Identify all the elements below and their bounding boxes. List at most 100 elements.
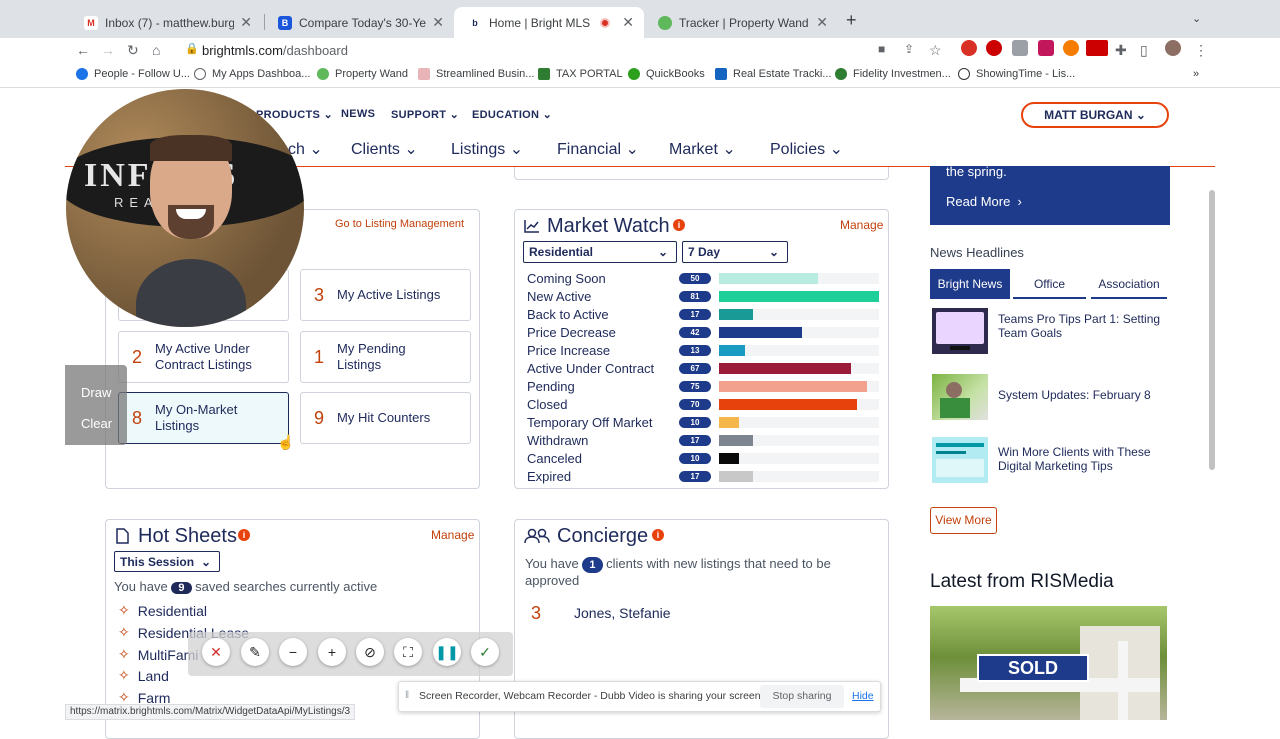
camera-off-icon[interactable]: ⊘ <box>356 638 384 666</box>
tab-office[interactable]: Office <box>1013 269 1086 299</box>
market-watch-row[interactable]: Active Under Contract 67 <box>515 360 879 378</box>
hot-sheet-item[interactable]: ✧ Residential <box>118 602 207 619</box>
nav-policies[interactable]: Policies ⌄ <box>770 139 843 159</box>
market-watch-row[interactable]: New Active 81 <box>515 288 879 306</box>
pause-icon[interactable]: ❚❚ <box>433 638 461 666</box>
market-watch-row[interactable]: Canceled 10 <box>515 450 879 468</box>
user-menu-button[interactable]: MATT BURGAN ⌄ <box>1021 102 1169 128</box>
extension-icon[interactable] <box>1012 40 1028 56</box>
bookmark-item[interactable]: Real Estate Tracki... <box>715 68 831 80</box>
more-bookmarks-button[interactable]: » <box>1193 68 1199 80</box>
close-icon[interactable]: ✕ <box>432 14 444 31</box>
nav-products[interactable]: PRODUCTS ⌄ <box>256 108 333 121</box>
nav-support[interactable]: SUPPORT ⌄ <box>391 108 459 121</box>
my-on-market-listings-tile[interactable]: 8 My On-Market Listings <box>118 392 289 444</box>
extension-icon[interactable] <box>1038 40 1054 56</box>
my-active-under-contract-tile[interactable]: 2 My Active Under Contract Listings <box>118 331 289 383</box>
bookmark-item[interactable]: My Apps Dashboa... <box>194 68 310 80</box>
market-watch-row[interactable]: Price Decrease 42 <box>515 324 879 342</box>
tab-search-icon[interactable]: ⌄ <box>1192 12 1201 25</box>
back-icon[interactable]: ← <box>76 42 90 58</box>
scrollbar[interactable] <box>1209 190 1215 470</box>
close-icon[interactable]: ✕ <box>240 14 252 31</box>
opera-icon[interactable] <box>986 40 1002 56</box>
tab-bright-news[interactable]: Bright News <box>930 269 1010 299</box>
hot-sheet-item[interactable]: ✧ MultiFami <box>118 646 198 663</box>
plus-icon[interactable]: + <box>318 638 346 666</box>
draw-pen-icon[interactable]: ✎ <box>241 638 269 666</box>
my-pending-listings-tile[interactable]: 1 My Pending Listings <box>300 331 471 383</box>
minus-icon[interactable]: − <box>279 638 307 666</box>
extension-icon[interactable] <box>1063 40 1079 56</box>
hide-button[interactable]: Hide <box>852 690 874 702</box>
market-type-select[interactable]: Residential ⌄ <box>523 241 677 263</box>
view-more-button[interactable]: View More <box>930 507 997 534</box>
client-name-link[interactable]: Jones, Stefanie <box>574 605 671 621</box>
market-watch-row[interactable]: Coming Soon 50 <box>515 270 879 288</box>
stop-sharing-button[interactable]: Stop sharing <box>760 685 844 708</box>
extension-icon[interactable] <box>1086 40 1108 56</box>
info-icon[interactable]: i <box>238 529 250 541</box>
tab-association[interactable]: Association <box>1091 269 1167 299</box>
webcam-overlay[interactable]: INFI AS REAL T <box>66 89 304 327</box>
nav-market[interactable]: Market ⌄ <box>669 139 736 159</box>
market-watch-row[interactable]: Withdrawn 17 <box>515 432 879 450</box>
bookmark-item[interactable]: People - Follow U... <box>76 68 190 80</box>
market-watch-manage-link[interactable]: Manage <box>840 218 883 232</box>
bookmark-item[interactable]: Property Wand <box>317 68 408 80</box>
bookmark-star-icon[interactable]: ☆ <box>929 42 942 59</box>
news-item[interactable]: Teams Pro Tips Part 1: Setting Team Goal… <box>930 308 1170 358</box>
nav-listings[interactable]: Listings ⌄ <box>451 139 523 159</box>
tab-compare[interactable]: B Compare Today's 30-Year Mor ✕ <box>264 7 454 38</box>
adblock-icon[interactable] <box>961 40 977 56</box>
market-watch-row[interactable]: Expired 17 <box>515 468 879 486</box>
bookmark-item[interactable]: TAX PORTAL <box>538 68 623 80</box>
info-icon[interactable]: i <box>652 529 664 541</box>
close-icon[interactable]: ✕ <box>622 14 634 31</box>
my-hit-counters-tile[interactable]: 9 My Hit Counters <box>300 392 471 444</box>
sidebar-icon[interactable]: ▯ <box>1140 42 1148 59</box>
nav-news[interactable]: NEWS <box>341 108 375 120</box>
tab-gmail[interactable]: M Inbox (7) - matthew.burgan1@ ✕ <box>70 7 262 38</box>
home-icon[interactable]: ⌂ <box>152 42 160 58</box>
news-item[interactable]: System Updates: February 8 <box>930 374 1170 424</box>
puzzle-icon[interactable]: ✚ <box>1115 42 1127 59</box>
tab-property-wand[interactable]: Tracker | Property Wand ✕ <box>644 7 838 38</box>
close-icon[interactable]: ✕ <box>816 14 828 31</box>
market-watch-row[interactable]: Closed 70 <box>515 396 879 414</box>
market-watch-row[interactable]: Pending 75 <box>515 378 879 396</box>
avatar[interactable] <box>1165 40 1181 56</box>
bookmark-item[interactable]: ShowingTime - Lis... <box>958 68 1075 80</box>
new-tab-button[interactable]: + <box>846 10 857 31</box>
drag-handle-icon[interactable]: ‖ <box>405 690 409 701</box>
listing-management-link[interactable]: Go to Listing Management <box>335 218 464 230</box>
market-period-select[interactable]: 7 Day ⌄ <box>682 241 788 263</box>
market-watch-row[interactable]: Price Increase 13 <box>515 342 879 360</box>
share-icon[interactable]: ⇪ <box>904 42 914 56</box>
bookmark-item[interactable]: Streamlined Busin... <box>418 68 534 80</box>
read-more-link[interactable]: Read More › <box>946 194 1022 209</box>
news-item[interactable]: Win More Clients with These Digital Mark… <box>930 437 1170 487</box>
hot-sheets-manage-link[interactable]: Manage <box>431 528 474 542</box>
rismedia-image[interactable]: SOLD <box>930 606 1167 720</box>
hot-sheet-item[interactable]: ✧ Land <box>118 667 169 684</box>
bookmark-item[interactable]: QuickBooks <box>628 68 705 80</box>
cancel-recording-icon[interactable]: ✕ <box>202 638 230 666</box>
camera-icon[interactable]: ■ <box>878 42 885 56</box>
session-select[interactable]: This Session ⌄ <box>114 551 220 572</box>
check-icon[interactable]: ✓ <box>471 638 499 666</box>
bookmark-item[interactable]: Fidelity Investmen... <box>835 68 951 80</box>
forward-icon[interactable]: → <box>101 42 115 58</box>
clear-button[interactable]: Clear <box>81 416 112 431</box>
nav-financial[interactable]: Financial ⌄ <box>557 139 639 159</box>
market-watch-row[interactable]: Back to Active 17 <box>515 306 879 324</box>
my-active-listings-tile[interactable]: 3 My Active Listings <box>300 269 471 321</box>
tab-bright-mls[interactable]: b Home | Bright MLS ✕ <box>454 7 644 38</box>
draw-button[interactable]: Draw <box>81 385 111 400</box>
market-watch-row[interactable]: Temporary Off Market 10 <box>515 414 879 432</box>
info-icon[interactable]: i <box>673 219 685 231</box>
menu-icon[interactable]: ⋮ <box>1194 42 1208 59</box>
nav-education[interactable]: EDUCATION ⌄ <box>472 108 552 121</box>
url-input[interactable]: 🔒 brightmls.com/dashboard <box>176 40 852 60</box>
reload-icon[interactable]: ↻ <box>127 42 139 59</box>
